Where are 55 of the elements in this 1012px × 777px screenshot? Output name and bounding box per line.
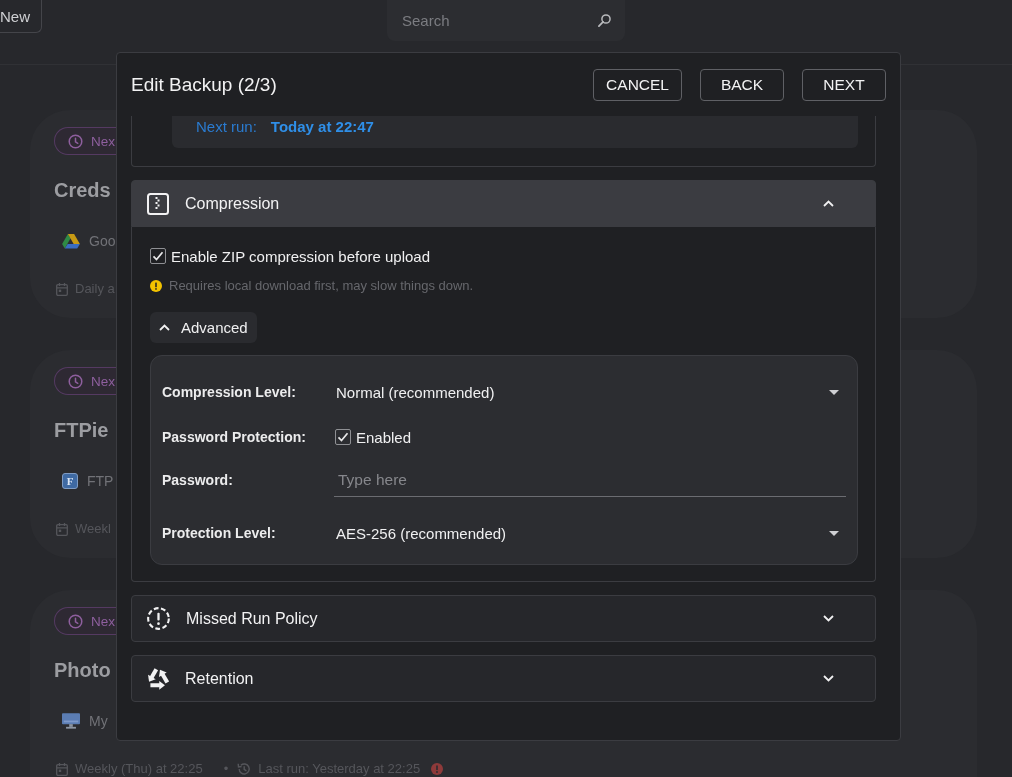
badge-text: Nex (91, 613, 115, 629)
search-field[interactable]: Search (387, 0, 625, 41)
calendar-icon (56, 522, 68, 536)
checkbox-label: Enabled (356, 428, 412, 446)
card-title: Photo (54, 658, 111, 683)
history-icon (237, 762, 252, 776)
chevron-down-icon (823, 675, 834, 682)
badge-text: Nex (91, 133, 115, 149)
section-header[interactable]: Retention (131, 655, 876, 702)
app-logo: F (62, 473, 78, 489)
clock-icon (68, 133, 83, 149)
chevron-down-icon (823, 615, 834, 622)
card-title: FTPie (54, 418, 109, 443)
chevron-up-icon (823, 200, 834, 207)
dropdown-select[interactable]: AES-256 (recommended) (336, 514, 839, 552)
warning-icon (150, 280, 162, 292)
badge-text: Nex (91, 373, 115, 389)
next-run-label: Next run: (196, 118, 257, 136)
chevron-up-icon (159, 324, 170, 331)
clock-icon (68, 373, 83, 389)
card-title: Creds (54, 178, 111, 203)
dialog-button[interactable]: BACK (700, 68, 784, 101)
calendar-icon (56, 762, 68, 776)
recycle-icon (147, 667, 169, 690)
search-icon (598, 14, 611, 27)
calendar-icon (56, 282, 68, 296)
caret-down-icon (829, 530, 839, 536)
dialog-button[interactable]: NEXT (802, 68, 886, 101)
dropdown-select[interactable]: Normal (recommended) (336, 373, 839, 411)
new-button[interactable]: New (0, 0, 42, 33)
field-label: Protection Level: (162, 525, 277, 541)
dashed-alert-icon (147, 607, 170, 630)
next-run-value: Today at 22:47 (270, 118, 374, 136)
dialog-button[interactable]: CANCEL (593, 68, 682, 101)
clock-icon (68, 613, 83, 629)
checkbox[interactable] (150, 248, 166, 264)
separator-dot: • (223, 762, 229, 776)
zip-file-icon (147, 192, 169, 215)
monitor-icon (62, 713, 80, 729)
source-label: Goo (89, 233, 116, 249)
field-label: Password: (162, 472, 234, 488)
section-header[interactable]: Missed Run Policy (131, 595, 876, 642)
source-label: FTP (87, 473, 114, 489)
field-label: Password Protection: (162, 429, 307, 445)
checkbox-label: Enable ZIP compression before upload (171, 247, 431, 265)
source-label: My (89, 713, 108, 729)
field-label: Compression Level: (162, 384, 297, 400)
caret-down-icon (829, 389, 839, 395)
section-header[interactable]: Compression (131, 180, 876, 227)
advanced-toggle[interactable]: Advanced (150, 312, 257, 343)
input-field[interactable]: Type here (334, 463, 846, 497)
dialog-title: Edit Backup (2/3) (131, 73, 278, 96)
hint-text: Requires local download first, may slow things down. (169, 277, 474, 295)
checkbox[interactable] (335, 429, 351, 445)
triangle-logo-icon (62, 233, 80, 249)
